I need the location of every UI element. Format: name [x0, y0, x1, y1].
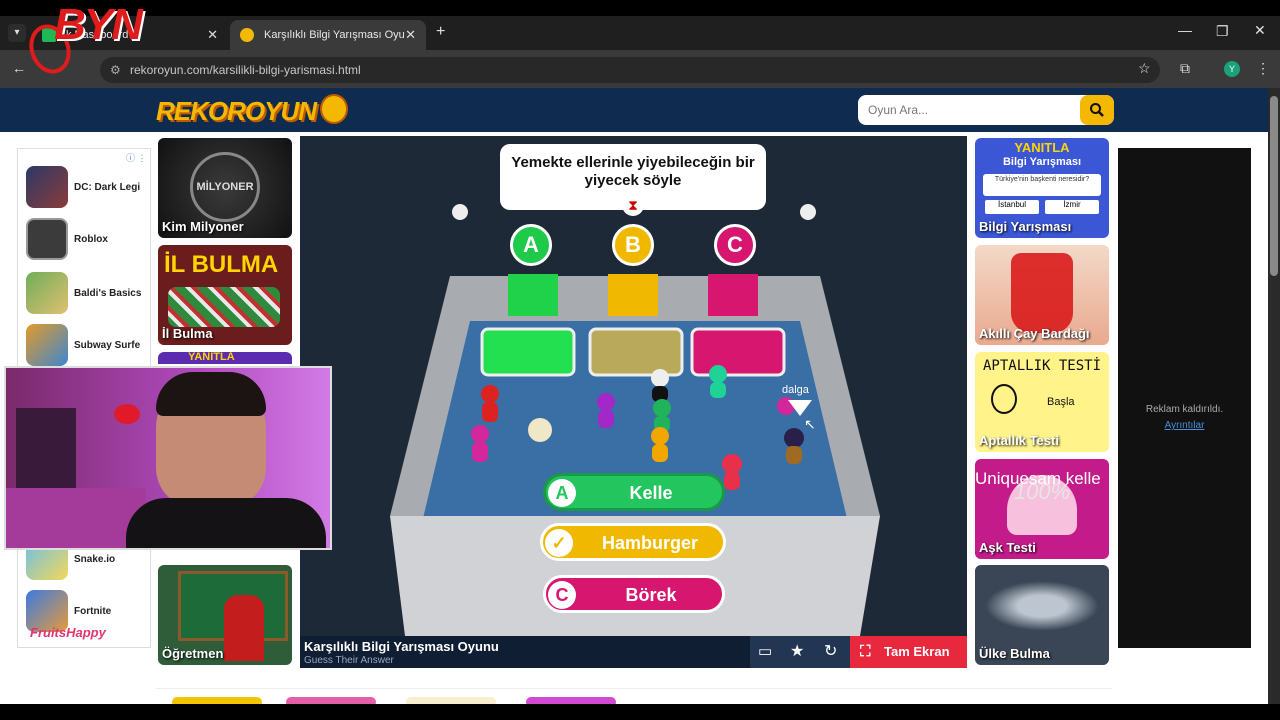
answer-text: Hamburger: [601, 533, 699, 553]
game-tile-akilli-cay-bardagi[interactable]: Akıllı Çay Bardağı: [975, 245, 1109, 345]
lamp-art: [114, 404, 140, 424]
comment-icon[interactable]: ▭: [758, 642, 772, 660]
timer-icon: ⧗: [622, 194, 644, 216]
game-actions: ▭ ★ ↻: [750, 636, 850, 668]
bottom-black-strip: [0, 704, 1280, 720]
bottom-ad-strip[interactable]: [156, 688, 1112, 704]
turkey-map-art: [168, 287, 280, 327]
answer-text: Börek: [625, 585, 677, 605]
tab-label: Karşılıklı Bilgi Yarışması Oyunu: [264, 29, 404, 41]
world-map-art: [985, 581, 1099, 631]
fullscreen-button[interactable]: ⛶ Tam Ekran: [850, 636, 967, 668]
tab-bar: ▾ k Dashboard ✕ Karşılıklı Bilgi Yarışma…: [0, 16, 1280, 50]
address-bar: ← ⚙ rekoroyun.com/karsilikli-bilgi-yaris…: [0, 50, 1280, 88]
watermark-text: BYN: [54, 0, 143, 49]
ad-info-icon[interactable]: ⓘ ⋮: [126, 151, 147, 164]
tile-art: İL BULMA: [164, 251, 279, 278]
game-tile-il-bulma[interactable]: İL BULMA İl Bulma: [158, 245, 292, 345]
site-header: REKOROYUN Oyun Ara...: [0, 88, 1268, 132]
answer-letter: C: [548, 581, 576, 609]
favorite-star-icon[interactable]: ★: [790, 641, 804, 661]
search-button[interactable]: [1080, 95, 1114, 125]
streamer-shirt: [126, 498, 326, 548]
stage-light: [800, 204, 816, 220]
new-tab-icon[interactable]: +: [436, 23, 445, 41]
search-placeholder: Oyun Ara...: [868, 103, 929, 117]
answer-text: Kelle: [629, 483, 673, 503]
pad-b: [588, 327, 684, 377]
answer-button-c[interactable]: C Börek: [543, 575, 725, 613]
fullscreen-icon: ⛶: [860, 643, 871, 660]
tab-active-game[interactable]: Karşılıklı Bilgi Yarışması Oyunu ✕: [230, 20, 426, 50]
scrollbar-thumb[interactable]: [1270, 96, 1278, 276]
tv-stand-art: [16, 408, 76, 498]
answer-letter: A: [548, 479, 576, 507]
search-icon: [1090, 103, 1104, 117]
teacher-art: [224, 595, 264, 661]
player-tag: dalga: [782, 384, 809, 396]
profile-avatar[interactable]: Y: [1224, 61, 1240, 77]
bookmark-star-icon[interactable]: ☆: [1138, 60, 1151, 77]
mouse-cursor-icon: ↖: [804, 416, 816, 432]
url-text: rekoroyun.com/karsilikli-bilgi-yarismasi…: [130, 63, 361, 77]
minimize-icon[interactable]: —: [1178, 22, 1192, 38]
streamer-hair: [156, 372, 266, 416]
mascot-icon: [320, 94, 348, 124]
close-tab-icon[interactable]: ✕: [207, 27, 218, 43]
game-tile-bilgi-yarismasi[interactable]: YANITLA Bilgi Yarışması Türkiye'nin başk…: [975, 138, 1109, 238]
list-item[interactable]: DC: Dark Legi: [26, 165, 150, 209]
game-tile-yanitla[interactable]: YANITLA: [158, 352, 292, 364]
game-toolbar: Karşılıklı Bilgi Yarışması Oyunu Guess T…: [300, 636, 967, 668]
game-tile-kim-milyoner[interactable]: MİLYONER Kim Milyoner: [158, 138, 292, 238]
page-scrollbar[interactable]: [1268, 88, 1280, 704]
door-b: [608, 274, 658, 316]
game-title: Karşılıklı Bilgi Yarışması Oyunu: [304, 639, 499, 654]
extensions-icon[interactable]: ⧉: [1180, 60, 1190, 77]
reload-icon[interactable]: ↻: [824, 641, 837, 661]
game-tile-ulke-bulma[interactable]: Ülke Bulma: [975, 565, 1109, 665]
rekoroyun-favicon-icon: [240, 28, 254, 42]
letter-badge-c: C: [714, 224, 756, 266]
right-ad-panel: Reklam kaldırıldı. Ayrıntılar: [1118, 148, 1251, 648]
site-logo[interactable]: REKOROYUN: [156, 96, 317, 127]
letter-badge-b: B: [612, 224, 654, 266]
list-item[interactable]: Subway Surfe: [26, 323, 150, 367]
top-black-strip: [0, 0, 1280, 16]
menu-kebab-icon[interactable]: ⋮: [1256, 60, 1270, 77]
ad-details-link[interactable]: Ayrıntılar: [1118, 420, 1251, 431]
channel-watermark: BYN: [22, 0, 143, 90]
ad-removed-text: Reklam kaldırıldı.: [1145, 404, 1224, 415]
door-c: [708, 274, 758, 316]
tea-glass-art: [1011, 253, 1073, 333]
answer-button-a[interactable]: A Kelle: [543, 473, 725, 511]
overlay-text: Uniquesam kelle: [975, 469, 1101, 488]
fruitshappy-logo: FruitsHappy: [30, 625, 106, 640]
tile-art: MİLYONER: [190, 152, 260, 222]
letter-badge-a: A: [510, 224, 552, 266]
pad-a: [480, 327, 576, 377]
close-window-icon[interactable]: ✕: [1254, 22, 1266, 39]
answer-button-b[interactable]: ✓ Hamburger: [540, 523, 726, 561]
webcam-overlay: [4, 366, 332, 550]
pad-c: [690, 327, 786, 377]
url-field[interactable]: ⚙ rekoroyun.com/karsilikli-bilgi-yarisma…: [100, 57, 1160, 83]
game-canvas[interactable]: Yemekte ellerinle yiyebileceğin bir yiye…: [300, 136, 967, 636]
door-a: [508, 274, 558, 316]
game-tile-ogretmen[interactable]: Öğretmen: [158, 565, 292, 665]
close-tab-icon[interactable]: ✕: [405, 27, 416, 43]
sofa-art: [6, 488, 146, 548]
search-input[interactable]: Oyun Ara...: [858, 95, 1114, 125]
restore-icon[interactable]: ❐: [1216, 23, 1229, 40]
stick-face-art: [991, 384, 1017, 414]
game-tile-aptallik-testi[interactable]: APTALLIK TESTİ Başla Aptallık Testi: [975, 352, 1109, 452]
stage-light: [452, 204, 468, 220]
check-icon: ✓: [545, 529, 573, 557]
list-item[interactable]: Baldi's Basics: [26, 271, 150, 315]
game-subtitle: Guess Their Answer: [304, 655, 394, 666]
fullscreen-label: Tam Ekran: [884, 644, 950, 659]
list-item[interactable]: Roblox: [26, 217, 150, 261]
